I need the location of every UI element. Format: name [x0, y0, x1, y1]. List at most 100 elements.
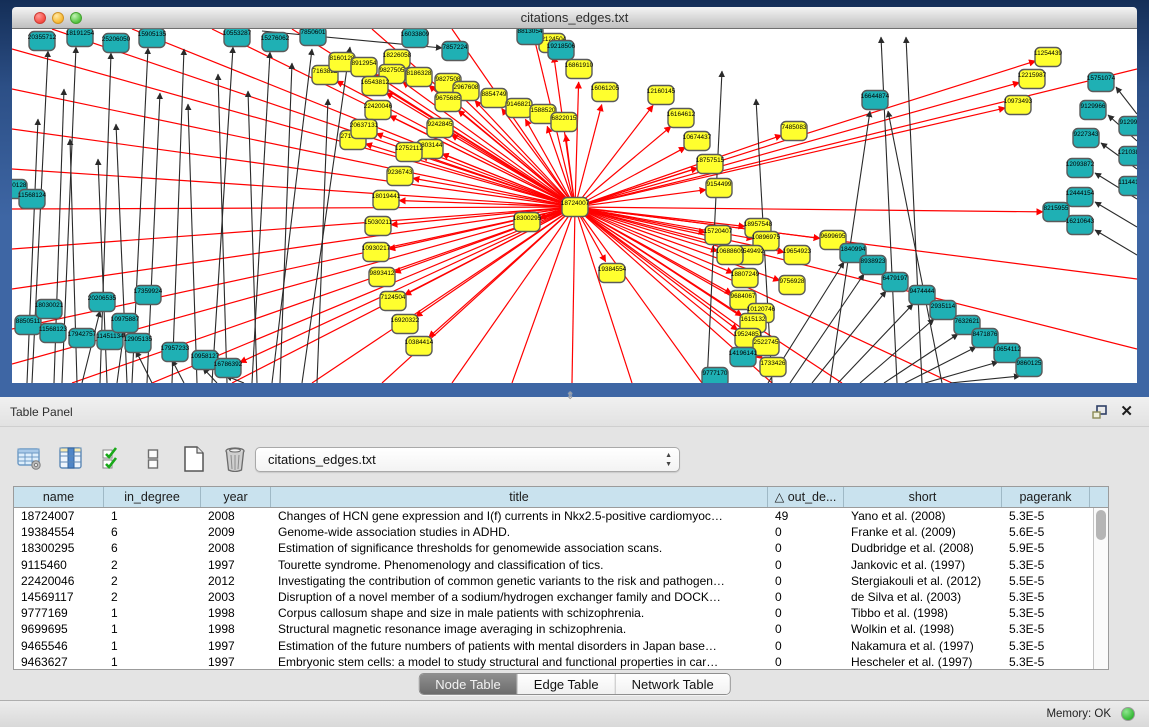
- red-citation-edge[interactable]: [12, 49, 575, 207]
- graph-node[interactable]: 17942757: [68, 329, 97, 348]
- red-citation-edge[interactable]: [575, 135, 782, 207]
- graph-node[interactable]: 19654923: [783, 246, 812, 265]
- graph-node[interactable]: 8938923: [860, 256, 886, 275]
- graph-node[interactable]: 14196141: [729, 348, 758, 367]
- graph-node[interactable]: 7485083: [781, 122, 807, 141]
- graph-node[interactable]: 7850601: [300, 29, 326, 46]
- tab-node-table[interactable]: Node Table: [419, 674, 518, 694]
- red-citation-edge[interactable]: [421, 156, 575, 207]
- graph-node[interactable]: 2935114: [930, 301, 956, 320]
- graph-node[interactable]: 16920322: [391, 315, 420, 334]
- red-citation-edge[interactable]: [312, 207, 575, 383]
- graph-node[interactable]: 15276062: [261, 33, 290, 52]
- red-citation-edge[interactable]: [575, 82, 579, 207]
- red-citation-edge[interactable]: [452, 207, 575, 383]
- graph-node[interactable]: 20637131: [350, 120, 379, 139]
- graph-node[interactable]: 9860125: [1016, 358, 1042, 377]
- graph-node[interactable]: 10688609: [716, 246, 745, 265]
- red-citation-edge[interactable]: [575, 105, 602, 207]
- red-citation-edge[interactable]: [52, 29, 575, 207]
- red-citation-edge[interactable]: [389, 207, 575, 249]
- graph-node[interactable]: 7124504: [380, 292, 406, 311]
- graph-node[interactable]: 18724007: [561, 198, 590, 217]
- graph-node[interactable]: 18300295: [513, 213, 542, 232]
- graph-node[interactable]: 25206050: [102, 34, 131, 53]
- black-citation-edge[interactable]: [950, 376, 1020, 383]
- table-row[interactable]: 1872400712008Changes of HCN gene express…: [14, 508, 1108, 524]
- graph-node[interactable]: 16861910: [565, 60, 594, 79]
- graph-node[interactable]: 12752112: [395, 143, 423, 162]
- table-row[interactable]: 977716911998Corpus callosum shape and si…: [14, 605, 1108, 621]
- new-document-icon[interactable]: [180, 445, 208, 473]
- graph-node[interactable]: 16210643: [1066, 216, 1095, 235]
- graph-node[interactable]: 9777170: [702, 368, 728, 384]
- graph-node[interactable]: 12103872: [1118, 147, 1137, 166]
- column-header-in_degree[interactable]: in_degree: [104, 487, 201, 507]
- float-panel-icon[interactable]: [1092, 405, 1107, 419]
- graph-node[interactable]: 8912954: [351, 58, 377, 77]
- window-titlebar[interactable]: citations_edges.txt: [12, 7, 1137, 29]
- table-selector-combobox[interactable]: citations_edges.txt ▲▼: [255, 447, 680, 472]
- graph-node[interactable]: 18019441: [372, 191, 401, 210]
- table-row[interactable]: 1938455462009Genome-wide association stu…: [14, 524, 1108, 540]
- graph-node[interactable]: 18030021: [35, 300, 64, 319]
- column-header-year[interactable]: year: [201, 487, 271, 507]
- graph-node[interactable]: 16543812: [361, 77, 390, 96]
- graph-node[interactable]: 19218506: [547, 41, 576, 60]
- black-citation-edge[interactable]: [925, 362, 998, 383]
- red-citation-edge[interactable]: [575, 83, 1019, 207]
- table-row[interactable]: 946554611997Estimation of the future num…: [14, 638, 1108, 654]
- red-citation-edge[interactable]: [429, 207, 575, 337]
- black-citation-edge[interactable]: [1095, 230, 1137, 255]
- table-row[interactable]: 946362711997Embryonic stem cells: a mode…: [14, 654, 1108, 670]
- black-citation-edge[interactable]: [172, 49, 184, 383]
- close-panel-icon[interactable]: ✕: [1120, 402, 1133, 420]
- black-citation-edge[interactable]: [302, 47, 350, 383]
- column-header-out_de[interactable]: △ out_de...: [768, 487, 844, 507]
- table-row[interactable]: 969969511998Structural magnetic resonanc…: [14, 621, 1108, 637]
- graph-node[interactable]: 9242845: [427, 119, 453, 138]
- graph-node[interactable]: 16786392: [214, 359, 243, 378]
- vertical-scrollbar[interactable]: [1093, 508, 1108, 669]
- graph-node[interactable]: 11254439: [1034, 48, 1062, 67]
- table-row[interactable]: 1456911722003Disruption of a novel membe…: [14, 589, 1108, 605]
- graph-node[interactable]: 18191254: [66, 29, 95, 47]
- tab-edge-table[interactable]: Edge Table: [518, 674, 616, 694]
- graph-node[interactable]: 6822015: [551, 113, 577, 132]
- graph-node[interactable]: 16164612: [667, 109, 696, 128]
- graph-node[interactable]: 9756928: [779, 276, 805, 295]
- table-row[interactable]: 911546021997Tourette syndrome. Phenomeno…: [14, 557, 1108, 573]
- graph-node[interactable]: 12215987: [1018, 70, 1047, 89]
- graph-node[interactable]: 18757515: [696, 155, 725, 174]
- black-citation-edge[interactable]: [27, 119, 38, 383]
- graph-node[interactable]: 12905135: [124, 334, 153, 353]
- graph-node[interactable]: 9129967: [1119, 117, 1137, 136]
- graph-node[interactable]: 8471876: [972, 329, 998, 348]
- black-citation-edge[interactable]: [252, 52, 270, 383]
- graph-node[interactable]: 6479197: [882, 273, 908, 292]
- graph-node[interactable]: 20355712: [28, 32, 57, 51]
- red-citation-edge[interactable]: [416, 207, 575, 317]
- graph-node[interactable]: 11451134: [96, 331, 124, 350]
- red-citation-edge[interactable]: [405, 207, 575, 295]
- column-header-title[interactable]: title: [271, 487, 768, 507]
- delete-trash-icon[interactable]: [221, 445, 249, 473]
- table-row[interactable]: 1830029562008Estimation of significance …: [14, 540, 1108, 556]
- tab-network-table[interactable]: Network Table: [616, 674, 730, 694]
- scrollbar-thumb[interactable]: [1096, 510, 1106, 540]
- graph-node[interactable]: 10975887: [111, 314, 140, 333]
- graph-node[interactable]: 9236743: [387, 167, 413, 186]
- graph-node[interactable]: 15751074: [1087, 73, 1116, 92]
- graph-node[interactable]: 9893412: [369, 268, 395, 287]
- graph-node[interactable]: 12444154: [1066, 188, 1095, 207]
- black-citation-edge[interactable]: [1116, 87, 1137, 114]
- graph-node[interactable]: 11144154: [1118, 177, 1137, 196]
- graph-node[interactable]: 9227343: [1073, 129, 1099, 148]
- graph-node[interactable]: 9675685: [435, 93, 461, 112]
- graph-node[interactable]: 11568124: [18, 190, 46, 209]
- network-graph-canvas[interactable]: 1872400771638228160128891295418226058982…: [12, 29, 1137, 383]
- red-citation-edge[interactable]: [512, 207, 575, 383]
- table-column-icon[interactable]: [57, 445, 85, 473]
- column-header-pagerank[interactable]: pagerank: [1002, 487, 1090, 507]
- graph-node[interactable]: 1733426: [760, 358, 786, 377]
